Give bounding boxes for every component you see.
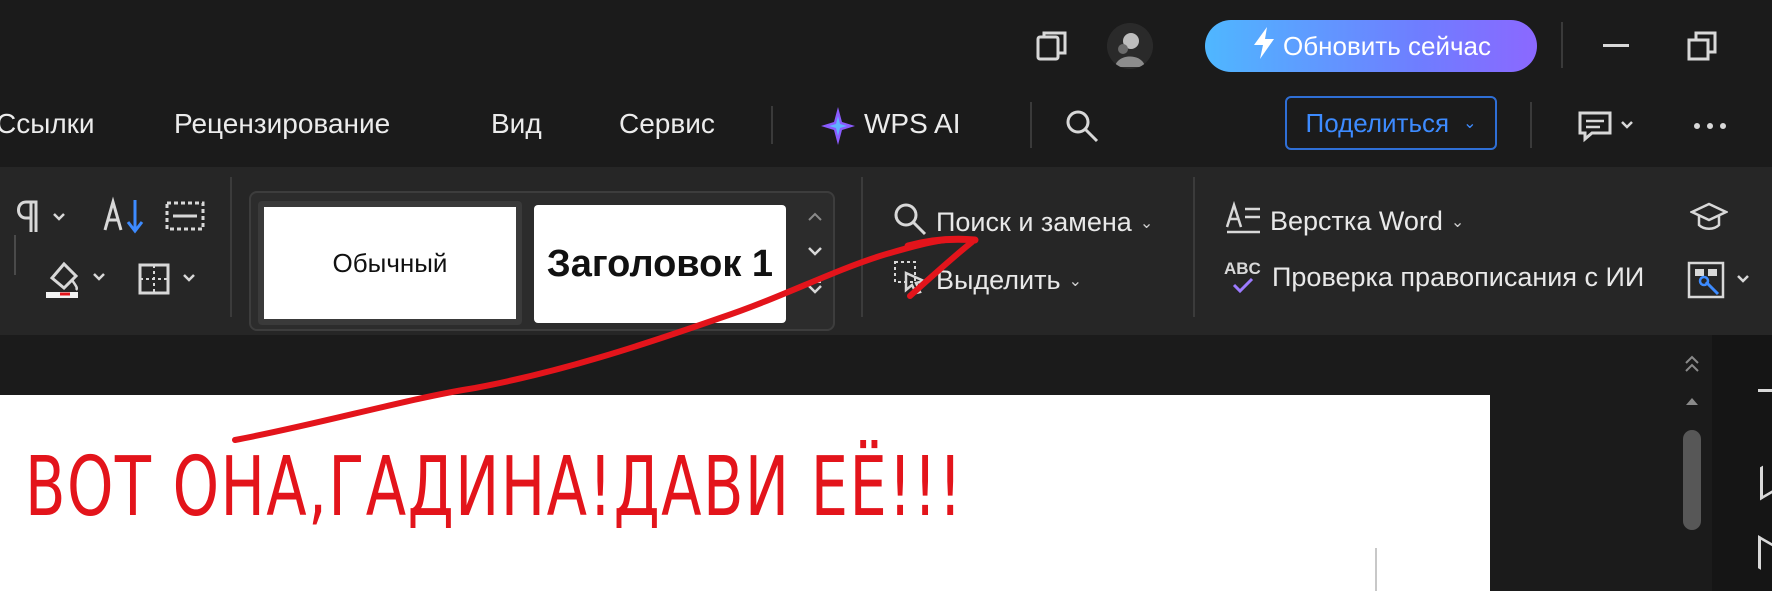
right-strip-tool-icon[interactable] [1758,535,1772,578]
styles-scroll-up-icon[interactable] [800,203,830,231]
scroll-up-icon[interactable] [1678,390,1706,412]
select-cursor-icon [892,259,928,302]
menu-service[interactable]: Сервис [619,108,715,140]
ribbon: Обычный Заголовок 1 Поиск и замена ⌄ Выд… [0,167,1772,335]
word-layout-button[interactable]: Верстка Word ⌄ [1224,200,1465,242]
titlebar-divider [1561,22,1563,68]
scroll-top-icon[interactable] [1678,352,1706,376]
search-icon [892,201,928,244]
sort-icon[interactable] [100,195,148,237]
comment-icon[interactable] [1576,106,1640,146]
page-margin-line [1375,548,1377,591]
chevron-down-icon: ⌄ [1463,115,1477,132]
shading-icon[interactable] [42,255,114,301]
select-label: Выделить [936,265,1061,295]
menu-divider [1530,102,1532,148]
find-replace-button[interactable]: Поиск и замена ⌄ [892,201,1153,244]
ribbon-divider [861,177,863,317]
text-layout-icon [1224,200,1262,242]
styles-scroll-down-icon[interactable] [800,237,830,265]
ribbon-divider [14,235,16,275]
search-icon[interactable] [1060,104,1104,148]
style-normal[interactable]: Обычный [258,201,522,325]
graduation-cap-icon[interactable] [1688,197,1730,237]
window-tabs-icon[interactable] [1032,26,1072,66]
right-tool-strip [1712,335,1772,591]
borders-icon[interactable] [136,259,208,299]
styles-expand-icon[interactable] [800,273,830,301]
spellcheck-icon: ABC [1224,259,1264,295]
paragraph-marks-icon[interactable] [12,197,72,237]
menu-wps-ai[interactable]: WPS AI [864,108,960,140]
style-heading-1-label: Заголовок 1 [546,242,774,285]
ribbon-divider [1193,177,1195,317]
vertical-scrollbar-thumb[interactable] [1683,430,1701,530]
avatar[interactable] [1107,23,1153,69]
tools-icon[interactable] [1686,259,1758,301]
restore-icon[interactable] [1680,24,1724,68]
share-button[interactable]: Поделиться ⌄ [1285,96,1497,150]
minimize-icon[interactable] [1596,26,1636,66]
lightning-icon [1251,26,1277,67]
word-layout-label: Верстка Word [1270,206,1443,236]
wps-ai-icon[interactable] [818,104,858,148]
ai-spellcheck-button[interactable]: ABC Проверка правописания с ИИ [1224,259,1644,295]
update-now-button[interactable]: Обновить сейчас [1205,20,1537,72]
more-icon[interactable] [1688,106,1732,146]
menu-divider [771,106,773,144]
title-bar: Обновить сейчас [0,0,1772,90]
chevron-down-icon: ⌄ [1139,214,1154,232]
find-replace-label: Поиск и замена [936,207,1132,237]
style-normal-label: Обычный [332,247,448,278]
style-heading-1[interactable]: Заголовок 1 [534,205,786,323]
right-strip-tool-icon[interactable] [1760,458,1772,501]
right-strip-tool-icon[interactable] [1758,389,1772,392]
ai-spellcheck-label: Проверка правописания с ИИ [1272,261,1645,292]
select-button[interactable]: Выделить ⌄ [892,259,1082,302]
share-label: Поделиться [1305,107,1450,138]
text-direction-icon[interactable] [162,195,208,237]
annotation-text: ВОТ ОНА,ГАДИНА!ДАВИ ЕЁ!!! [25,440,964,535]
menu-view[interactable]: Вид [491,108,542,140]
menu-references[interactable]: Ссылки [0,108,95,140]
chevron-down-icon: ⌄ [1068,272,1082,290]
menu-divider [1030,102,1032,148]
menu-review[interactable]: Рецензирование [174,108,390,140]
update-now-label: Обновить сейчас [1283,30,1491,61]
ribbon-divider [230,177,232,317]
chevron-down-icon: ⌄ [1450,213,1465,231]
